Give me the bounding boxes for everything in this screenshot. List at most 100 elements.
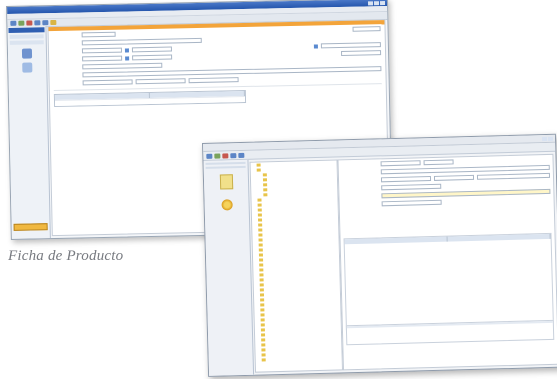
folder-icon (259, 283, 264, 287)
folder-icon (262, 178, 268, 182)
option-field[interactable] (82, 79, 133, 86)
nav-item[interactable] (9, 34, 44, 39)
folder-icon (258, 253, 263, 257)
minimize-icon[interactable] (367, 0, 374, 5)
caption-text: Ficha de Producto (8, 248, 124, 264)
lookup-icon[interactable] (125, 55, 130, 61)
table-cell (55, 99, 150, 106)
family-desc-field[interactable] (131, 46, 172, 53)
product-tree-window (202, 133, 557, 377)
column-header[interactable] (344, 236, 448, 245)
network-icon[interactable] (21, 48, 33, 59)
gear-icon[interactable] (220, 199, 233, 211)
table-cell (150, 97, 245, 104)
folder-icon (259, 278, 264, 282)
subfamily-field[interactable] (433, 174, 475, 181)
folder-icon (256, 163, 261, 167)
field-label (53, 67, 79, 68)
nav-tab[interactable] (205, 161, 246, 165)
related-list (343, 232, 554, 333)
field-label (342, 180, 378, 181)
folder-icon (258, 223, 263, 227)
folder-icon (257, 218, 263, 222)
code-field[interactable] (380, 160, 421, 167)
folder-icon (262, 173, 267, 177)
maximize-icon[interactable] (373, 0, 380, 5)
tree-node[interactable] (256, 355, 342, 362)
folder-icon (260, 323, 265, 327)
lookup-icon[interactable] (313, 43, 318, 49)
detail-panel (337, 153, 557, 371)
folder-icon (259, 258, 264, 262)
unit-desc-field[interactable] (132, 54, 173, 61)
product-tree (249, 159, 344, 373)
group-field[interactable] (476, 172, 551, 180)
lookup-icon[interactable] (124, 47, 129, 53)
field-label (53, 75, 79, 76)
folder-icon (261, 348, 266, 352)
folder-icon (257, 213, 262, 217)
folder-icon (260, 303, 265, 307)
folder-icon (261, 338, 266, 342)
minimize-icon[interactable] (541, 136, 548, 141)
field-label (53, 43, 79, 44)
folder-icon (260, 328, 265, 332)
field-label (53, 59, 79, 60)
status-field[interactable] (352, 26, 381, 32)
delete-icon[interactable] (222, 153, 229, 159)
search-icon[interactable] (50, 19, 57, 26)
type-field[interactable] (423, 159, 454, 166)
folder-icon (260, 298, 265, 302)
folder-icon (263, 183, 268, 187)
folder-icon (259, 273, 264, 277)
code-field[interactable] (81, 31, 116, 38)
family-field[interactable] (380, 176, 432, 183)
folder-icon (260, 318, 265, 322)
folder-icon (259, 268, 264, 272)
navigation-panel (203, 159, 255, 376)
field-label (53, 35, 79, 36)
option-field[interactable] (381, 199, 442, 207)
forward-icon[interactable] (238, 152, 245, 159)
lines-grid (53, 89, 247, 108)
close-icon[interactable] (547, 136, 554, 141)
folder-icon (260, 313, 265, 317)
new-icon[interactable] (206, 153, 213, 159)
close-icon[interactable] (379, 0, 386, 5)
folder-icon (261, 353, 266, 357)
category-field[interactable] (320, 42, 381, 49)
field-label (53, 51, 79, 52)
forward-icon[interactable] (42, 20, 49, 26)
save-icon[interactable] (214, 153, 221, 159)
back-icon[interactable] (34, 20, 41, 26)
supplier-field[interactable] (82, 62, 163, 70)
option-field[interactable] (135, 78, 186, 85)
window-controls (541, 136, 555, 141)
save-icon[interactable] (18, 20, 25, 26)
unit-field[interactable] (381, 183, 442, 191)
window-controls (367, 0, 387, 5)
field-label (342, 172, 378, 173)
folder-icon (261, 343, 266, 347)
folder-icon (261, 358, 266, 362)
field-label (343, 204, 379, 205)
field-label (342, 188, 378, 189)
nav-header (8, 27, 45, 33)
price-field[interactable] (341, 50, 382, 56)
document-icon[interactable] (22, 62, 33, 73)
column-header[interactable] (447, 233, 551, 242)
nav-footer-button[interactable] (13, 223, 48, 231)
unit-field[interactable] (82, 55, 123, 62)
folder-icon[interactable] (219, 174, 233, 190)
nav-item[interactable] (9, 40, 44, 45)
nav-tab[interactable] (205, 165, 246, 169)
navigation-panel (7, 26, 51, 239)
folder-icon (259, 293, 265, 297)
new-icon[interactable] (10, 20, 17, 26)
family-field[interactable] (81, 47, 123, 54)
folder-icon (259, 263, 264, 267)
option-field[interactable] (188, 77, 239, 84)
delete-icon[interactable] (26, 20, 33, 26)
back-icon[interactable] (230, 153, 237, 159)
folder-icon (258, 243, 263, 247)
